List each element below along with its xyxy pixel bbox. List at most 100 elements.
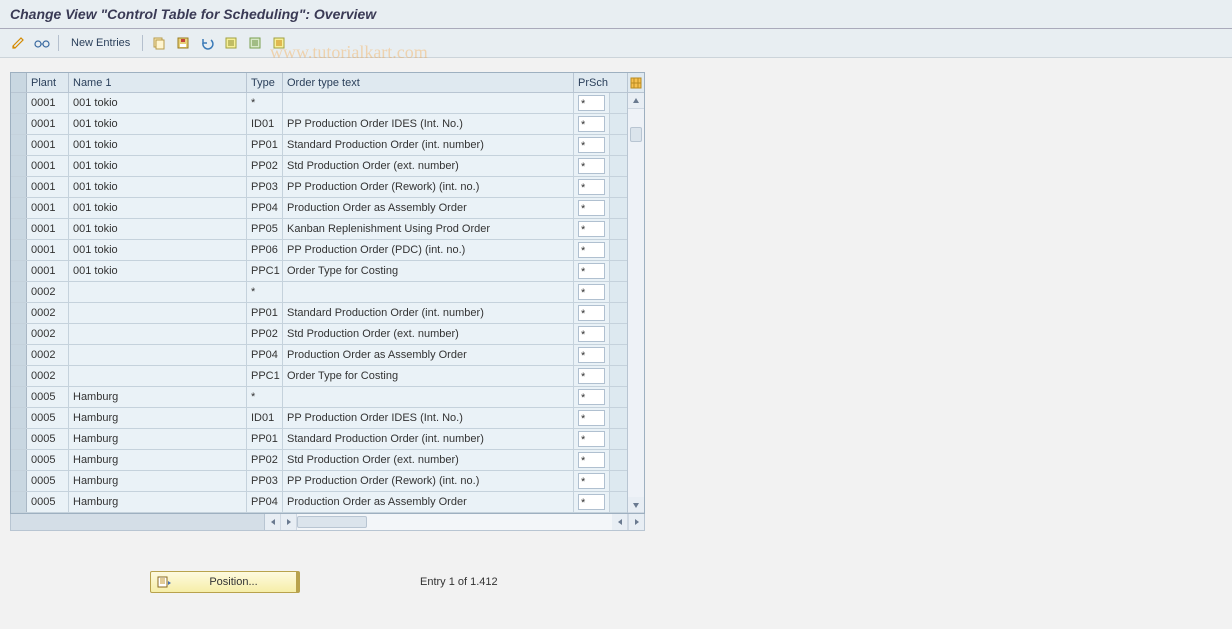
table-row[interactable]: 0001001 tokioPPC1Order Type for Costing* [11,261,627,282]
table-row[interactable]: 0002** [11,282,627,303]
cell-plant[interactable]: 0001 [27,240,69,260]
cell-type[interactable]: PP01 [247,429,283,449]
cell-type[interactable]: PP01 [247,303,283,323]
cell-plant[interactable]: 0005 [27,450,69,470]
configure-table-icon[interactable] [628,73,644,93]
col-order-type-text[interactable]: Order type text [283,73,574,92]
table-row[interactable]: 0005HamburgPP03PP Production Order (Rewo… [11,471,627,492]
cell-prsch[interactable]: * [574,429,610,449]
row-selector[interactable] [11,492,27,512]
cell-plant[interactable]: 0002 [27,345,69,365]
hscroll-thumb[interactable] [297,516,367,528]
cell-prsch[interactable]: * [574,387,610,407]
undo-icon[interactable] [197,33,217,53]
row-selector[interactable] [11,135,27,155]
cell-plant[interactable]: 0002 [27,366,69,386]
cell-type[interactable]: PPC1 [247,261,283,281]
cell-plant[interactable]: 0002 [27,303,69,323]
save-icon[interactable] [173,33,193,53]
select-all-icon[interactable] [221,33,241,53]
scroll-up-icon[interactable] [628,93,644,109]
cell-type[interactable]: ID01 [247,408,283,428]
col-selector[interactable] [11,73,27,92]
row-selector[interactable] [11,156,27,176]
table-row[interactable]: 0005Hamburg** [11,387,627,408]
cell-prsch[interactable]: * [574,471,610,491]
table-row[interactable]: 0001001 tokioPP03PP Production Order (Re… [11,177,627,198]
table-row[interactable]: 0002PP02Std Production Order (ext. numbe… [11,324,627,345]
row-selector[interactable] [11,93,27,113]
cell-plant[interactable]: 0002 [27,282,69,302]
cell-prsch[interactable]: * [574,240,610,260]
row-selector[interactable] [11,324,27,344]
cell-plant[interactable]: 0005 [27,408,69,428]
glasses-icon[interactable] [32,33,52,53]
change-icon[interactable] [8,33,28,53]
cell-plant[interactable]: 0005 [27,492,69,512]
cell-prsch[interactable]: * [574,93,610,113]
row-selector[interactable] [11,429,27,449]
cell-prsch[interactable]: * [574,198,610,218]
table-row[interactable]: 0001001 tokio** [11,93,627,114]
horizontal-scrollbar[interactable] [10,514,645,531]
cell-plant[interactable]: 0005 [27,429,69,449]
cell-type[interactable]: * [247,282,283,302]
col-plant[interactable]: Plant [27,73,69,92]
cell-type[interactable]: * [247,387,283,407]
row-selector[interactable] [11,450,27,470]
deselect-all-icon[interactable] [245,33,265,53]
row-selector[interactable] [11,261,27,281]
row-selector[interactable] [11,387,27,407]
cell-prsch[interactable]: * [574,156,610,176]
cell-prsch[interactable]: * [574,135,610,155]
row-selector[interactable] [11,114,27,134]
cell-plant[interactable]: 0005 [27,471,69,491]
cell-type[interactable]: PPC1 [247,366,283,386]
cell-type[interactable]: * [247,93,283,113]
cell-plant[interactable]: 0001 [27,219,69,239]
hscroll-track[interactable] [297,514,612,530]
cell-prsch[interactable]: * [574,450,610,470]
cell-prsch[interactable]: * [574,345,610,365]
cell-type[interactable]: PP04 [247,198,283,218]
cell-plant[interactable]: 0001 [27,156,69,176]
row-selector[interactable] [11,366,27,386]
cell-prsch[interactable]: * [574,177,610,197]
table-row[interactable]: 0005HamburgPP02Std Production Order (ext… [11,450,627,471]
scroll-left-icon[interactable] [265,514,281,530]
cell-plant[interactable]: 0001 [27,177,69,197]
cell-type[interactable]: PP03 [247,471,283,491]
cell-type[interactable]: PP01 [247,135,283,155]
table-row[interactable]: 0005HamburgPP04Production Order as Assem… [11,492,627,513]
cell-plant[interactable]: 0001 [27,261,69,281]
cell-type[interactable]: PP04 [247,345,283,365]
cell-prsch[interactable]: * [574,219,610,239]
row-selector[interactable] [11,345,27,365]
row-selector[interactable] [11,303,27,323]
table-row[interactable]: 0001001 tokioPP01Standard Production Ord… [11,135,627,156]
row-selector[interactable] [11,198,27,218]
table-row[interactable]: 0002PP04Production Order as Assembly Ord… [11,345,627,366]
row-selector[interactable] [11,282,27,302]
row-selector[interactable] [11,408,27,428]
cell-plant[interactable]: 0001 [27,198,69,218]
row-selector[interactable] [11,471,27,491]
cell-prsch[interactable]: * [574,114,610,134]
row-selector[interactable] [11,219,27,239]
col-type[interactable]: Type [247,73,283,92]
scroll-down-icon[interactable] [628,497,644,513]
cell-type[interactable]: PP03 [247,177,283,197]
col-name1[interactable]: Name 1 [69,73,247,92]
scroll-track[interactable] [628,109,644,497]
scroll-right2-icon[interactable] [628,514,644,530]
cell-type[interactable]: PP02 [247,156,283,176]
table-row[interactable]: 0001001 tokioPP05Kanban Replenishment Us… [11,219,627,240]
cell-prsch[interactable]: * [574,303,610,323]
cell-prsch[interactable]: * [574,492,610,512]
cell-type[interactable]: PP04 [247,492,283,512]
cell-prsch[interactable]: * [574,408,610,428]
table-row[interactable]: 0001001 tokioPP02Std Production Order (e… [11,156,627,177]
cell-plant[interactable]: 0001 [27,135,69,155]
position-button[interactable]: Position... [150,571,300,593]
cell-plant[interactable]: 0005 [27,387,69,407]
